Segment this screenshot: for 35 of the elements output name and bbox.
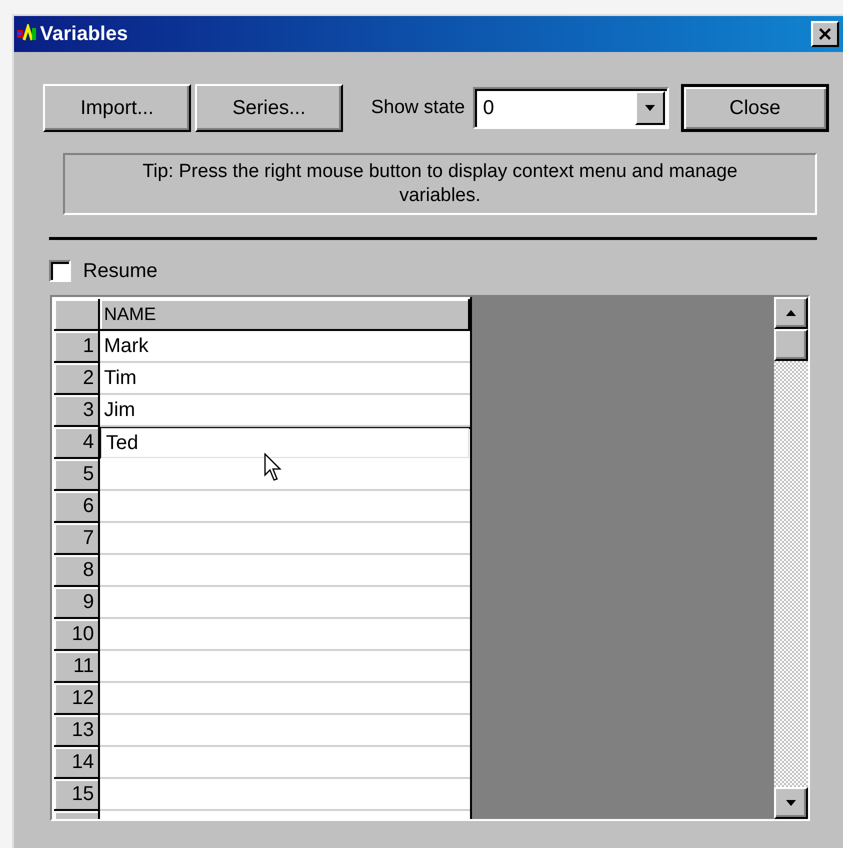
row-number[interactable]: 5 [54,459,100,491]
row-number[interactable]: 11 [54,651,100,683]
scroll-up-button[interactable] [774,297,808,329]
row-number[interactable]: 10 [54,619,100,651]
row-number[interactable]: 4 [54,427,100,459]
show-state-label: Show state [371,97,465,119]
row-number[interactable]: 15 [54,779,100,811]
close-dialog-button[interactable]: Close [681,84,829,132]
vertical-scrollbar[interactable] [774,297,808,819]
row-number[interactable]: 1 [54,331,100,363]
show-state-dropdown[interactable]: 0 [473,87,669,129]
scroll-down-button[interactable] [774,787,808,819]
row-number[interactable]: 12 [54,683,100,715]
scroll-thumb[interactable] [774,329,808,361]
column-header[interactable]: NAME [100,299,470,331]
row-number[interactable]: 8 [54,555,100,587]
tip-text: Tip: Press the right mouse button to display context menu and manage variables. [63,153,817,215]
resume-checkbox[interactable] [49,260,71,282]
toolbar-button[interactable]: Import... [43,84,191,132]
row-number[interactable]: 7 [54,523,100,555]
corner-header [54,299,100,331]
row-number[interactable]: 3 [54,395,100,427]
resume-label: Resume [83,260,158,282]
row-number[interactable]: 14 [54,747,100,779]
down-arrow-icon [786,800,796,806]
up-arrow-icon [786,310,796,316]
close-button[interactable] [811,21,839,47]
window-title: Variables [40,22,129,46]
row-number[interactable]: 2 [54,363,100,395]
row-number[interactable]: 13 [54,715,100,747]
row-number[interactable]: 6 [54,491,100,523]
row-number[interactable]: 9 [54,587,100,619]
close-icon [818,27,832,41]
table-cell[interactable]: Ted [100,427,470,459]
toolbar-button[interactable]: Series... [195,84,343,132]
